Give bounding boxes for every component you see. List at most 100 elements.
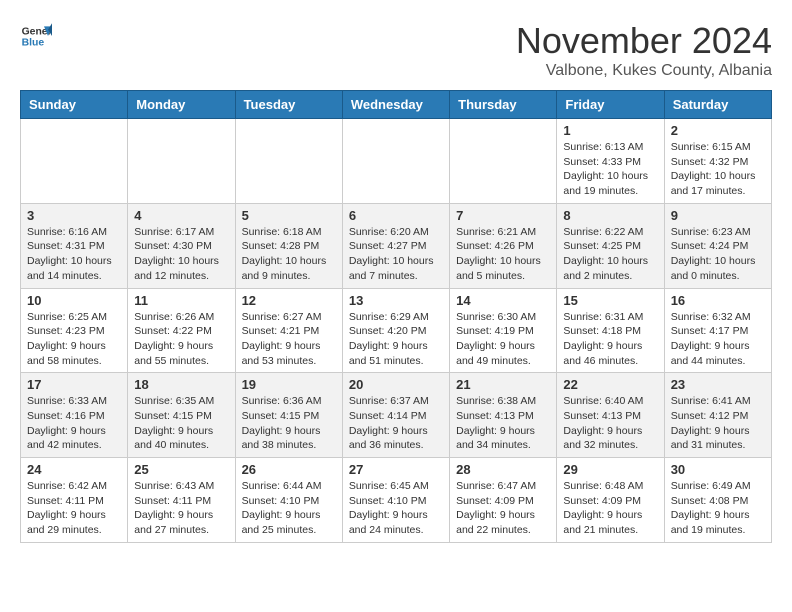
day-info: Sunrise: 6:23 AM Sunset: 4:24 PM Dayligh… xyxy=(671,225,765,284)
day-number: 11 xyxy=(134,293,228,308)
day-info: Sunrise: 6:36 AM Sunset: 4:15 PM Dayligh… xyxy=(242,394,336,453)
day-number: 18 xyxy=(134,377,228,392)
day-info: Sunrise: 6:48 AM Sunset: 4:09 PM Dayligh… xyxy=(563,479,657,538)
calendar-cell: 28 Sunrise: 6:47 AM Sunset: 4:09 PM Dayli… xyxy=(450,458,557,543)
calendar-cell: 25 Sunrise: 6:43 AM Sunset: 4:11 PM Dayli… xyxy=(128,458,235,543)
day-info: Sunrise: 6:26 AM Sunset: 4:22 PM Dayligh… xyxy=(134,310,228,369)
day-number: 12 xyxy=(242,293,336,308)
day-info: Sunrise: 6:13 AM Sunset: 4:33 PM Dayligh… xyxy=(563,140,657,199)
day-info: Sunrise: 6:38 AM Sunset: 4:13 PM Dayligh… xyxy=(456,394,550,453)
day-info: Sunrise: 6:15 AM Sunset: 4:32 PM Dayligh… xyxy=(671,140,765,199)
calendar-cell xyxy=(128,119,235,204)
day-info: Sunrise: 6:35 AM Sunset: 4:15 PM Dayligh… xyxy=(134,394,228,453)
weekday-header-wednesday: Wednesday xyxy=(342,91,449,119)
calendar-cell: 19Sunrise: 6:36 AM Sunset: 4:15 PM Dayli… xyxy=(235,373,342,458)
day-info: Sunrise: 6:18 AM Sunset: 4:28 PM Dayligh… xyxy=(242,225,336,284)
calendar-cell: 30 Sunrise: 6:49 AM Sunset: 4:08 PM Dayli… xyxy=(664,458,771,543)
calendar-cell: 4Sunrise: 6:17 AM Sunset: 4:30 PM Daylig… xyxy=(128,203,235,288)
calendar-cell: 2 Sunrise: 6:15 AM Sunset: 4:32 PM Daylig… xyxy=(664,119,771,204)
calendar-cell: 1 Sunrise: 6:13 AM Sunset: 4:33 PM Daylig… xyxy=(557,119,664,204)
calendar-cell: 3 Sunrise: 6:16 AM Sunset: 4:31 PM Daylig… xyxy=(21,203,128,288)
logo-icon: General Blue xyxy=(20,20,52,52)
calendar-cell xyxy=(450,119,557,204)
day-number: 25 xyxy=(134,462,228,477)
day-number: 26 xyxy=(242,462,336,477)
day-info: Sunrise: 6:27 AM Sunset: 4:21 PM Dayligh… xyxy=(242,310,336,369)
calendar-cell: 13Sunrise: 6:29 AM Sunset: 4:20 PM Dayli… xyxy=(342,288,449,373)
day-number: 5 xyxy=(242,208,336,223)
weekday-header-friday: Friday xyxy=(557,91,664,119)
day-info: Sunrise: 6:33 AM Sunset: 4:16 PM Dayligh… xyxy=(27,394,121,453)
day-number: 10 xyxy=(27,293,121,308)
day-number: 28 xyxy=(456,462,550,477)
weekday-header-monday: Monday xyxy=(128,91,235,119)
calendar-cell xyxy=(342,119,449,204)
calendar-week-2: 3 Sunrise: 6:16 AM Sunset: 4:31 PM Daylig… xyxy=(21,203,772,288)
day-number: 23 xyxy=(671,377,765,392)
calendar-cell: 29 Sunrise: 6:48 AM Sunset: 4:09 PM Dayli… xyxy=(557,458,664,543)
svg-text:Blue: Blue xyxy=(22,38,45,49)
calendar-cell: 24 Sunrise: 6:42 AM Sunset: 4:11 PM Dayli… xyxy=(21,458,128,543)
day-number: 1 xyxy=(563,123,657,138)
day-info: Sunrise: 6:43 AM Sunset: 4:11 PM Dayligh… xyxy=(134,479,228,538)
page-header: General Blue November 2024 Valbone, Kuke… xyxy=(20,20,772,80)
day-number: 29 xyxy=(563,462,657,477)
calendar-cell: 6 Sunrise: 6:20 AM Sunset: 4:27 PM Daylig… xyxy=(342,203,449,288)
calendar-cell: 26Sunrise: 6:44 AM Sunset: 4:10 PM Dayli… xyxy=(235,458,342,543)
calendar-table: SundayMondayTuesdayWednesdayThursdayFrid… xyxy=(20,90,772,543)
calendar-week-5: 24 Sunrise: 6:42 AM Sunset: 4:11 PM Dayli… xyxy=(21,458,772,543)
calendar-week-4: 17 Sunrise: 6:33 AM Sunset: 4:16 PM Dayli… xyxy=(21,373,772,458)
month-title: November 2024 xyxy=(516,20,772,62)
calendar-cell: 11 Sunrise: 6:26 AM Sunset: 4:22 PM Dayli… xyxy=(128,288,235,373)
day-info: Sunrise: 6:40 AM Sunset: 4:13 PM Dayligh… xyxy=(563,394,657,453)
day-number: 7 xyxy=(456,208,550,223)
day-number: 8 xyxy=(563,208,657,223)
calendar-cell: 16 Sunrise: 6:32 AM Sunset: 4:17 PM Dayli… xyxy=(664,288,771,373)
location-title: Valbone, Kukes County, Albania xyxy=(516,62,772,80)
day-info: Sunrise: 6:16 AM Sunset: 4:31 PM Dayligh… xyxy=(27,225,121,284)
day-number: 9 xyxy=(671,208,765,223)
day-number: 6 xyxy=(349,208,443,223)
day-info: Sunrise: 6:32 AM Sunset: 4:17 PM Dayligh… xyxy=(671,310,765,369)
day-info: Sunrise: 6:25 AM Sunset: 4:23 PM Dayligh… xyxy=(27,310,121,369)
calendar-cell: 9 Sunrise: 6:23 AM Sunset: 4:24 PM Daylig… xyxy=(664,203,771,288)
calendar-cell xyxy=(21,119,128,204)
logo: General Blue xyxy=(20,20,52,52)
calendar-cell: 14 Sunrise: 6:30 AM Sunset: 4:19 PM Dayli… xyxy=(450,288,557,373)
day-info: Sunrise: 6:41 AM Sunset: 4:12 PM Dayligh… xyxy=(671,394,765,453)
day-info: Sunrise: 6:30 AM Sunset: 4:19 PM Dayligh… xyxy=(456,310,550,369)
calendar-cell: 12 Sunrise: 6:27 AM Sunset: 4:21 PM Dayli… xyxy=(235,288,342,373)
day-number: 30 xyxy=(671,462,765,477)
title-section: November 2024 Valbone, Kukes County, Alb… xyxy=(516,20,772,80)
calendar-cell: 10 Sunrise: 6:25 AM Sunset: 4:23 PM Dayli… xyxy=(21,288,128,373)
day-number: 24 xyxy=(27,462,121,477)
day-info: Sunrise: 6:45 AM Sunset: 4:10 PM Dayligh… xyxy=(349,479,443,538)
day-info: Sunrise: 6:49 AM Sunset: 4:08 PM Dayligh… xyxy=(671,479,765,538)
day-number: 16 xyxy=(671,293,765,308)
day-number: 21 xyxy=(456,377,550,392)
weekday-header-row: SundayMondayTuesdayWednesdayThursdayFrid… xyxy=(21,91,772,119)
day-info: Sunrise: 6:21 AM Sunset: 4:26 PM Dayligh… xyxy=(456,225,550,284)
calendar-cell xyxy=(235,119,342,204)
day-info: Sunrise: 6:22 AM Sunset: 4:25 PM Dayligh… xyxy=(563,225,657,284)
calendar-cell: 23 Sunrise: 6:41 AM Sunset: 4:12 PM Dayli… xyxy=(664,373,771,458)
day-number: 15 xyxy=(563,293,657,308)
calendar-cell: 22 Sunrise: 6:40 AM Sunset: 4:13 PM Dayli… xyxy=(557,373,664,458)
day-number: 17 xyxy=(27,377,121,392)
day-number: 27 xyxy=(349,462,443,477)
day-info: Sunrise: 6:20 AM Sunset: 4:27 PM Dayligh… xyxy=(349,225,443,284)
day-info: Sunrise: 6:37 AM Sunset: 4:14 PM Dayligh… xyxy=(349,394,443,453)
day-number: 22 xyxy=(563,377,657,392)
calendar-cell: 15Sunrise: 6:31 AM Sunset: 4:18 PM Dayli… xyxy=(557,288,664,373)
day-info: Sunrise: 6:42 AM Sunset: 4:11 PM Dayligh… xyxy=(27,479,121,538)
day-info: Sunrise: 6:29 AM Sunset: 4:20 PM Dayligh… xyxy=(349,310,443,369)
calendar-cell: 17 Sunrise: 6:33 AM Sunset: 4:16 PM Dayli… xyxy=(21,373,128,458)
weekday-header-saturday: Saturday xyxy=(664,91,771,119)
day-number: 3 xyxy=(27,208,121,223)
calendar-cell: 18 Sunrise: 6:35 AM Sunset: 4:15 PM Dayli… xyxy=(128,373,235,458)
day-number: 14 xyxy=(456,293,550,308)
day-info: Sunrise: 6:17 AM Sunset: 4:30 PM Dayligh… xyxy=(134,225,228,284)
day-info: Sunrise: 6:47 AM Sunset: 4:09 PM Dayligh… xyxy=(456,479,550,538)
weekday-header-sunday: Sunday xyxy=(21,91,128,119)
day-number: 2 xyxy=(671,123,765,138)
